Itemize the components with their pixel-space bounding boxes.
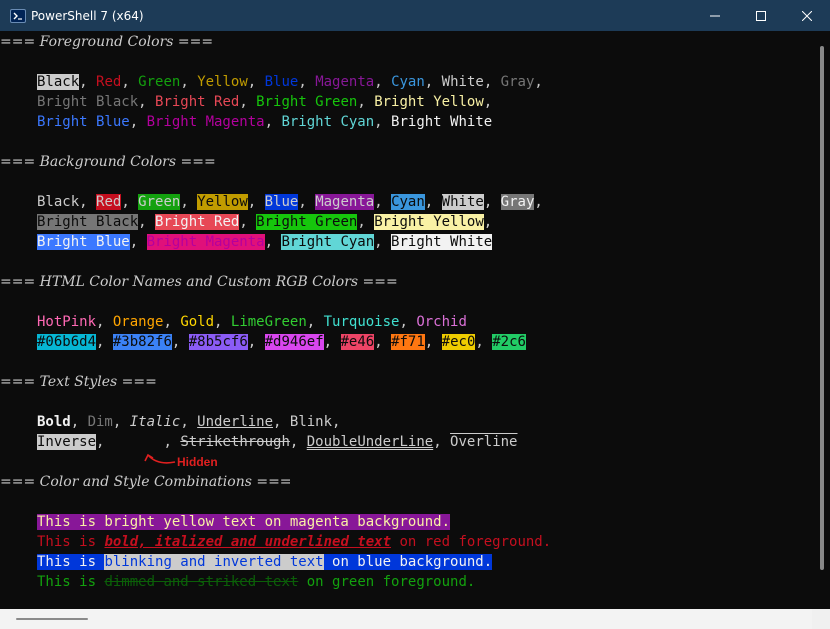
fg-red: Red bbox=[96, 74, 122, 90]
fg-gray: Gray bbox=[500, 74, 535, 90]
bg-bright-black: Bright Black bbox=[37, 214, 139, 230]
combo-blink-inverse: blinking and inverted text bbox=[104, 554, 324, 570]
title-bar[interactable]: PowerShell 7 (x64) bbox=[0, 0, 830, 31]
bg-bright-yellow: Bright Yellow bbox=[374, 214, 484, 230]
minimize-button[interactable] bbox=[692, 0, 738, 31]
combo-dim-strike: dimmed and striked text bbox=[104, 574, 299, 590]
curved-arrow-icon bbox=[144, 453, 176, 464]
fg-line-2: Bright Black, Bright Red, Bright Green, … bbox=[37, 94, 501, 110]
html-names-line: HotPink, Orange, Gold, LimeGreen, Turquo… bbox=[37, 314, 467, 330]
scroll-corner bbox=[812, 609, 830, 629]
rgb-2c6: #2c6 bbox=[492, 334, 526, 350]
rgb-ec0: #ec0 bbox=[441, 334, 476, 350]
fg-black: Black bbox=[37, 74, 80, 90]
horizontal-scrollbar[interactable] bbox=[0, 609, 812, 629]
fg-bright-green: Bright Green bbox=[256, 94, 358, 110]
close-icon bbox=[802, 10, 812, 21]
bg-magenta: Magenta bbox=[315, 194, 375, 210]
bg-line-3: Bright Blue, Bright Magenta, Bright Cyan… bbox=[37, 234, 493, 250]
style-inverse: Inverse bbox=[37, 434, 97, 450]
style-overline: Overline bbox=[450, 434, 518, 450]
fg-bright-magenta: Bright Magenta bbox=[146, 114, 265, 130]
section-header-text-styles: === Text Styles === bbox=[0, 374, 157, 390]
bg-gray: Gray bbox=[500, 194, 535, 210]
style-italic: Italic bbox=[129, 414, 181, 430]
html-orange: Orange bbox=[112, 314, 164, 330]
styles-line-1: Bold, Dim, Italic, Underline, Blink, bbox=[37, 414, 349, 430]
section-header-html-colors: === HTML Color Names and Custom RGB Colo… bbox=[0, 274, 398, 290]
style-dim: Dim bbox=[87, 414, 113, 430]
combo-bold-italic-underline: bold, italized and underlined text bbox=[104, 534, 392, 550]
rgb-3b82f6: #3b82f6 bbox=[112, 334, 172, 350]
fg-blue: Blue bbox=[264, 74, 299, 90]
html-orchid: Orchid bbox=[416, 314, 467, 330]
bg-blue: Blue bbox=[264, 194, 299, 210]
styles-line-2: Inverse, Hidden, Strikethrough, DoubleUn… bbox=[37, 434, 518, 450]
maximize-icon bbox=[756, 10, 766, 21]
rgb-8b5cf6: #8b5cf6 bbox=[188, 334, 248, 350]
window-title: PowerShell 7 (x64) bbox=[31, 9, 144, 23]
fg-white: White bbox=[441, 74, 484, 90]
bg-bright-white: Bright White bbox=[391, 234, 493, 250]
rgb-codes-line: #06b6d4, #3b82f6, #8b5cf6, #d946ef, #e46… bbox=[37, 334, 526, 350]
powershell-window: PowerShell 7 (x64) === Foreground Colors… bbox=[0, 0, 830, 629]
minimize-icon bbox=[710, 15, 720, 16]
rgb-06b6d4: #06b6d4 bbox=[37, 334, 97, 350]
vertical-scroll-thumb[interactable] bbox=[820, 46, 824, 570]
hidden-annotation-label: Hidden bbox=[177, 455, 218, 469]
fg-bright-cyan: Bright Cyan bbox=[281, 114, 375, 130]
combo-line-1: This is bright yellow text on magenta ba… bbox=[37, 512, 451, 532]
bg-cyan: Cyan bbox=[391, 194, 425, 210]
html-gold: Gold bbox=[180, 314, 215, 330]
powershell-icon bbox=[10, 9, 26, 23]
bg-bright-magenta: Bright Magenta bbox=[146, 234, 265, 250]
fg-yellow: Yellow bbox=[197, 74, 248, 90]
hidden-annotation: Hidden bbox=[143, 453, 233, 473]
style-bold: Bold bbox=[37, 414, 71, 430]
fg-green: Green bbox=[138, 74, 181, 90]
style-underline: Underline bbox=[197, 414, 274, 430]
style-double-underline: DoubleUnderLine bbox=[306, 434, 434, 450]
section-header-combinations: === Color and Style Combinations === bbox=[0, 474, 292, 490]
rgb-d946ef: #d946ef bbox=[264, 334, 324, 350]
maximize-button[interactable] bbox=[738, 0, 784, 31]
horizontal-scroll-thumb[interactable] bbox=[16, 618, 88, 620]
vertical-scrollbar[interactable] bbox=[812, 31, 830, 609]
section-header-background: === Background Colors === bbox=[0, 154, 216, 170]
style-strikethrough: Strikethrough bbox=[180, 434, 290, 450]
bg-line-1: Black, Red, Green, Yellow, Blue, Magenta… bbox=[37, 194, 552, 210]
fg-bright-red: Bright Red bbox=[155, 94, 240, 110]
bg-red: Red bbox=[96, 194, 122, 210]
fg-bright-white: Bright White bbox=[391, 114, 493, 130]
combo-line-4: This is dimmed and striked text on green… bbox=[37, 574, 476, 590]
html-hotpink: HotPink bbox=[37, 314, 97, 330]
bg-line-2: Bright Black, Bright Red, Bright Green, … bbox=[37, 214, 501, 230]
bg-bright-blue: Bright Blue bbox=[37, 234, 130, 250]
style-blink: Blink bbox=[289, 414, 333, 430]
bg-white: White bbox=[441, 194, 484, 210]
fg-bright-yellow: Bright Yellow bbox=[374, 94, 484, 110]
fg-cyan: Cyan bbox=[391, 74, 425, 90]
rgb-e46: #e46 bbox=[340, 334, 375, 350]
terminal-output[interactable]: === Foreground Colors === Black, Red, Gr… bbox=[0, 31, 812, 609]
combo-line-3: This is blinking and inverted text on bl… bbox=[37, 554, 493, 570]
html-limegreen: LimeGreen bbox=[230, 314, 307, 330]
html-turquoise: Turquoise bbox=[323, 314, 400, 330]
bg-bright-red: Bright Red bbox=[155, 214, 240, 230]
rgb-f71: #f71 bbox=[391, 334, 425, 350]
bg-green: Green bbox=[138, 194, 181, 210]
section-header-foreground: === Foreground Colors === bbox=[0, 34, 214, 50]
bg-bright-cyan: Bright Cyan bbox=[281, 234, 375, 250]
bg-bright-green: Bright Green bbox=[256, 214, 358, 230]
close-button[interactable] bbox=[784, 0, 830, 31]
bg-yellow: Yellow bbox=[197, 194, 248, 210]
combo-line-2: This is bold, italized and underlined te… bbox=[37, 534, 552, 550]
fg-bright-blue: Bright Blue bbox=[37, 114, 130, 130]
fg-line-3: Bright Blue, Bright Magenta, Bright Cyan… bbox=[37, 114, 493, 130]
bg-black: Black bbox=[37, 194, 80, 210]
fg-line-1: Black, Red, Green, Yellow, Blue, Magenta… bbox=[37, 74, 552, 90]
fg-bright-black: Bright Black bbox=[37, 94, 139, 110]
fg-magenta: Magenta bbox=[315, 74, 375, 90]
combo-yellow-on-magenta: This is bright yellow text on magenta ba… bbox=[37, 514, 451, 530]
